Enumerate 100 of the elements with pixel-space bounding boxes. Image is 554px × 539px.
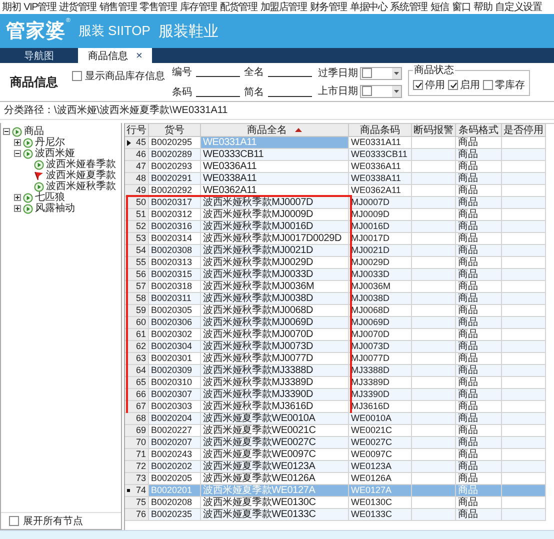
menu-item[interactable]: 配货管理	[220, 0, 258, 14]
checkbox[interactable]	[9, 516, 19, 526]
row-number: 71	[136, 449, 146, 460]
menu-item[interactable]: 系统管理	[390, 0, 428, 14]
tab[interactable]: 商品信息 ×	[78, 48, 152, 63]
table-cell	[502, 485, 546, 497]
table-cell	[412, 437, 456, 449]
table-cell	[412, 485, 456, 497]
table-cell	[502, 461, 546, 473]
row-number: 70	[136, 437, 146, 448]
row-number: 67	[136, 401, 146, 412]
tree-item[interactable]: 风露袖动	[35, 203, 75, 214]
table-cell: MJ3388D	[349, 365, 412, 377]
table-cell	[502, 509, 546, 521]
menu-item[interactable]: 财务管理	[310, 0, 347, 14]
category-path: 分类路径：\波西米娅\波西米娅夏季款\WE0331A11	[4, 104, 228, 116]
table-cell: 波西米娅秋季款MJ3388D	[201, 365, 349, 377]
date-dropdown[interactable]	[360, 84, 402, 98]
table-cell	[502, 413, 546, 425]
field-label: 过季日期	[318, 66, 358, 80]
expand-icon[interactable]	[14, 205, 21, 212]
column-header[interactable]: 货号	[149, 124, 201, 137]
table-cell: WE0338A11	[349, 173, 412, 185]
checkbox[interactable]	[483, 80, 493, 90]
table-cell	[502, 389, 546, 401]
menu-item[interactable]: 零售管理	[140, 0, 177, 14]
checkbox[interactable]	[448, 80, 458, 90]
row-number: 46	[136, 149, 146, 160]
column-header[interactable]: 是否停用	[502, 124, 546, 137]
close-button[interactable]: ×	[136, 50, 142, 62]
table-cell	[412, 197, 456, 209]
checkbox[interactable]	[72, 71, 82, 81]
row-number: 48	[136, 173, 146, 184]
checkbox[interactable]	[362, 68, 372, 78]
tree-item[interactable]: 波西米娅夏季款	[46, 170, 116, 181]
logo-text: 管家婆	[6, 20, 66, 44]
collapse-icon[interactable]	[14, 150, 21, 157]
table-cell: WE0133C	[349, 509, 412, 521]
table-cell	[502, 245, 546, 257]
menu-item[interactable]: 进货管理	[59, 0, 96, 14]
table-cell: B0020316	[149, 221, 201, 233]
table-cell: B0020306	[149, 317, 201, 329]
row-number: 57	[136, 281, 146, 292]
column-header[interactable]: 断码报警	[412, 124, 456, 137]
table-cell: WE0331A11	[201, 137, 349, 149]
tree-item[interactable]: 丹尼尔	[35, 137, 65, 148]
table-cell: WE0127A	[349, 485, 412, 497]
checkbox[interactable]	[362, 86, 372, 96]
table-cell: 波西米娅秋季款MJ0069D	[201, 317, 349, 329]
menu-item[interactable]: VIP管理	[24, 0, 56, 14]
dropdown-arrow-icon	[394, 72, 399, 74]
menu-item[interactable]: 自定义设置	[495, 0, 542, 14]
menu-item[interactable]: 单据中心	[350, 0, 388, 14]
menu-item[interactable]: 期初	[2, 0, 21, 14]
tree-item[interactable]: 七匹狼	[35, 192, 65, 203]
expand-icon[interactable]	[14, 139, 21, 146]
menu-item[interactable]: 销售管理	[99, 0, 137, 14]
date-dropdown[interactable]	[360, 66, 402, 80]
table-cell: 波西米娅夏季款WE0027C	[201, 437, 349, 449]
checkbox[interactable]	[413, 80, 423, 90]
column-header[interactable]: 条码格式	[456, 124, 502, 137]
checkbox-label: 停用	[425, 79, 445, 92]
table-cell: WE0027C	[349, 437, 412, 449]
table-cell: B0020291	[149, 173, 201, 185]
table-cell	[412, 509, 456, 521]
table-cell: MJ0073D	[349, 341, 412, 353]
menu-item[interactable]: 库存管理	[180, 0, 218, 14]
row-number: 75	[136, 497, 146, 508]
tree-item[interactable]: 波西米娅	[35, 148, 75, 159]
row-number: 60	[136, 317, 146, 328]
table-cell	[502, 293, 546, 305]
menu-item[interactable]: 帮助	[474, 0, 492, 14]
table-cell: B0020201	[149, 485, 201, 497]
column-header[interactable]: 行号	[125, 124, 149, 137]
table-cell	[412, 389, 456, 401]
table-cell	[412, 293, 456, 305]
collapse-icon[interactable]	[3, 128, 10, 135]
row-number: 65	[136, 377, 146, 388]
tree-item[interactable]: 商品	[24, 126, 44, 137]
table-cell: 波西米娅秋季款MJ0016D	[201, 221, 349, 233]
row-number: 74	[136, 485, 146, 496]
tree-item[interactable]: 波西米娅秋季款	[46, 181, 116, 192]
checkbox-label: 启用	[460, 78, 480, 92]
table-cell	[502, 173, 546, 185]
expand-icon[interactable]	[14, 194, 21, 201]
table-cell: B0020204	[149, 413, 201, 425]
table-cell	[412, 221, 456, 233]
tree-item[interactable]: 波西米娅春季款	[46, 159, 116, 170]
table-cell	[412, 461, 456, 473]
field-label: 编号	[172, 66, 192, 79]
menu-item[interactable]: 加盟店管理	[260, 0, 307, 14]
checkbox-label: 显示商品库存信息	[85, 70, 165, 83]
menu-item[interactable]: 窗口	[452, 0, 471, 14]
row-number: 52	[136, 221, 146, 232]
column-header[interactable]: 商品全名	[201, 124, 349, 137]
row-number: 45	[136, 137, 146, 148]
table-cell	[412, 269, 456, 281]
column-header[interactable]: 商品条码	[349, 124, 412, 137]
row-number: 59	[136, 305, 146, 316]
menu-item[interactable]: 短信	[430, 0, 449, 14]
